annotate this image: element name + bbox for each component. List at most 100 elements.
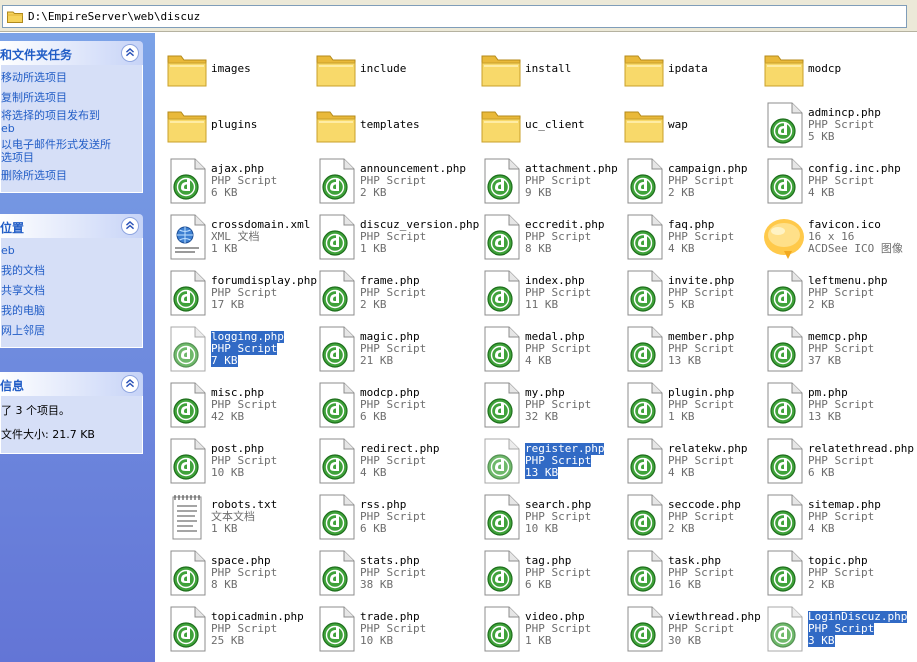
folder-item-install[interactable]: install	[473, 41, 623, 97]
file-item-tag-php[interactable]: tag.php PHP Script 6 KB	[473, 545, 623, 601]
file-item-attachment-php[interactable]: attachment.php PHP Script 9 KB	[473, 153, 623, 209]
task-move-selected[interactable]: 移动所选项目	[1, 68, 142, 88]
file-item-topicadmin-php[interactable]: topicadmin.php PHP Script 25 KB	[159, 601, 309, 657]
file-item-trade-php[interactable]: trade.php PHP Script 10 KB	[308, 601, 458, 657]
file-item-viewthread-php[interactable]: viewthread.php PHP Script 30 KB	[616, 601, 766, 657]
dreamweaver-php-icon	[479, 381, 523, 429]
folder-item-ipdata[interactable]: ipdata	[616, 41, 766, 97]
file-item-crossdomain-xml[interactable]: crossdomain.xml XML 文档 1 KB	[159, 209, 310, 265]
file-size: 2 KB	[808, 578, 835, 591]
folder-item-plugins[interactable]: plugins	[159, 97, 309, 153]
file-item-relatethread-php[interactable]: relatethread.php PHP Script 6 KB	[756, 433, 914, 489]
folder-item-wap[interactable]: wap	[616, 97, 766, 153]
file-item-modcp-php[interactable]: modcp.php PHP Script 6 KB	[308, 377, 458, 433]
file-item-plugin-php[interactable]: plugin.php PHP Script 1 KB	[616, 377, 766, 433]
file-item-space-php[interactable]: space.php PHP Script 8 KB	[159, 545, 309, 601]
place-my-documents[interactable]: 我的文档	[1, 261, 142, 281]
dreamweaver-php-icon	[622, 381, 666, 429]
file-item-search-php[interactable]: search.php PHP Script 10 KB	[473, 489, 623, 545]
file-item-favicon-ico[interactable]: favicon.ico 16 x 16 ACDSee ICO 图像	[756, 209, 906, 265]
file-item-relatekw-php[interactable]: relatekw.php PHP Script 4 KB	[616, 433, 766, 489]
file-item-seccode-php[interactable]: seccode.php PHP Script 2 KB	[616, 489, 766, 545]
file-item-post-php[interactable]: post.php PHP Script 10 KB	[159, 433, 309, 489]
task-copy-selected[interactable]: 复制所选项目	[1, 88, 142, 108]
file-item-config-inc-php[interactable]: config.inc.php PHP Script 4 KB	[756, 153, 906, 209]
file-item-faq-php[interactable]: faq.php PHP Script 4 KB	[616, 209, 766, 265]
details-header[interactable]: 信息	[0, 372, 143, 396]
file-size: 10 KB	[525, 522, 559, 535]
file-item-misc-php[interactable]: misc.php PHP Script 42 KB	[159, 377, 309, 433]
file-item-index-php[interactable]: index.php PHP Script 11 KB	[473, 265, 623, 321]
collapse-chevron-icon[interactable]	[121, 44, 139, 62]
file-item-forumdisplay-php[interactable]: forumdisplay.php PHP Script 17 KB	[159, 265, 317, 321]
collapse-chevron-icon[interactable]	[121, 375, 139, 393]
dreamweaver-php-icon	[622, 493, 666, 541]
file-item-admincp-php[interactable]: admincp.php PHP Script 5 KB	[756, 97, 906, 153]
file-item-my-php[interactable]: my.php PHP Script 32 KB	[473, 377, 623, 433]
folder-item-images[interactable]: images	[159, 41, 309, 97]
file-item-invite-php[interactable]: invite.php PHP Script 5 KB	[616, 265, 766, 321]
file-item-robots-txt[interactable]: robots.txt 文本文档 1 KB	[159, 489, 309, 545]
file-size: 16 KB	[668, 578, 702, 591]
file-item-redirect-php[interactable]: redirect.php PHP Script 4 KB	[308, 433, 458, 489]
dreamweaver-php-icon	[479, 269, 523, 317]
file-item-task-php[interactable]: task.php PHP Script 16 KB	[616, 545, 766, 601]
place-shared-documents[interactable]: 共享文档	[1, 281, 142, 301]
task-publish-to-web[interactable]: 将选择的项目发布到 eb	[1, 108, 142, 137]
dreamweaver-php-icon	[762, 493, 806, 541]
file-size: 4 KB	[808, 522, 835, 535]
file-size: 11 KB	[525, 298, 559, 311]
file-size: 2 KB	[808, 298, 835, 311]
dreamweaver-php-icon	[314, 325, 358, 373]
task-delete-selected[interactable]: 删除所选项目	[1, 166, 142, 186]
folder-item-include[interactable]: include	[308, 41, 458, 97]
task-email-line-2: 选项目	[1, 151, 34, 164]
file-item-pm-php[interactable]: pm.php PHP Script 13 KB	[756, 377, 906, 433]
file-tasks-title: 和文件夹任务	[0, 48, 73, 62]
task-publish-line-2: eb	[1, 122, 15, 135]
file-item-register-php[interactable]: register.php PHP Script 13 KB	[473, 433, 623, 489]
other-places-header[interactable]: 位置	[0, 214, 143, 238]
file-size: 8 KB	[211, 578, 238, 591]
folder-item-modcp[interactable]: modcp	[756, 41, 906, 97]
file-size: 17 KB	[211, 298, 245, 311]
task-email-selected[interactable]: 以电子邮件形式发送所 选项目	[1, 137, 142, 166]
other-places-body: eb 我的文档 共享文档 我的电脑 网上邻居	[0, 238, 143, 348]
file-size: 2 KB	[360, 186, 387, 199]
file-item-campaign-php[interactable]: campaign.php PHP Script 2 KB	[616, 153, 766, 209]
file-item-logging-php[interactable]: logging.php PHP Script 7 KB	[159, 321, 309, 377]
file-item-sitemap-php[interactable]: sitemap.php PHP Script 4 KB	[756, 489, 906, 545]
file-item-member-php[interactable]: member.php PHP Script 13 KB	[616, 321, 766, 377]
dreamweaver-php-icon	[622, 157, 666, 205]
place-web[interactable]: eb	[1, 241, 142, 261]
file-size: 8 KB	[525, 242, 552, 255]
file-item-frame-php[interactable]: frame.php PHP Script 2 KB	[308, 265, 458, 321]
file-item-logindiscuz-php[interactable]: LoginDiscuz.php PHP Script 3 KB	[756, 601, 908, 657]
dreamweaver-php-icon	[314, 605, 358, 653]
file-item-leftmenu-php[interactable]: leftmenu.php PHP Script 2 KB	[756, 265, 906, 321]
file-item-topic-php[interactable]: topic.php PHP Script 2 KB	[756, 545, 906, 601]
file-item-memcp-php[interactable]: memcp.php PHP Script 37 KB	[756, 321, 906, 377]
folder-item-uc-client[interactable]: uc_client	[473, 97, 623, 153]
file-item-medal-php[interactable]: medal.php PHP Script 4 KB	[473, 321, 623, 377]
file-item-ajax-php[interactable]: ajax.php PHP Script 6 KB	[159, 153, 309, 209]
file-item-announcement-php[interactable]: announcement.php PHP Script 2 KB	[308, 153, 466, 209]
file-size: 6 KB	[360, 410, 387, 423]
file-item-stats-php[interactable]: stats.php PHP Script 38 KB	[308, 545, 458, 601]
file-item-eccredit-php[interactable]: eccredit.php PHP Script 8 KB	[473, 209, 623, 265]
place-network-neighborhood[interactable]: 网上邻居	[1, 321, 142, 341]
file-item-magic-php[interactable]: magic.php PHP Script 21 KB	[308, 321, 458, 377]
dreamweaver-php-icon	[762, 269, 806, 317]
file-view[interactable]: images include install ipdata modcp plugins te…	[155, 33, 917, 662]
file-size: 13 KB	[525, 466, 559, 479]
place-my-computer[interactable]: 我的电脑	[1, 301, 142, 321]
file-size: 2 KB	[668, 186, 695, 199]
file-item-rss-php[interactable]: rss.php PHP Script 6 KB	[308, 489, 458, 545]
collapse-chevron-icon[interactable]	[121, 217, 139, 235]
file-item-discuz-version-php[interactable]: discuz_version.php PHP Script 1 KB	[308, 209, 479, 265]
file-size: 13 KB	[808, 410, 842, 423]
file-item-video-php[interactable]: video.php PHP Script 1 KB	[473, 601, 623, 657]
file-tasks-header[interactable]: 和文件夹任务	[0, 41, 143, 65]
address-input[interactable]: D:\EmpireServer\web\discuz	[2, 5, 907, 28]
folder-item-templates[interactable]: templates	[308, 97, 458, 153]
